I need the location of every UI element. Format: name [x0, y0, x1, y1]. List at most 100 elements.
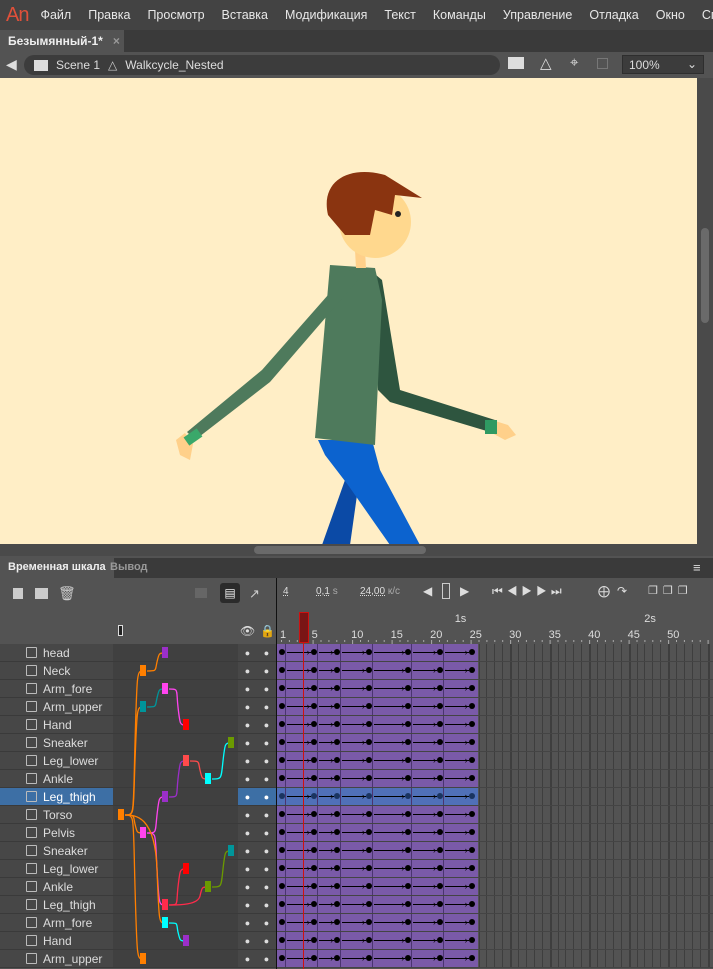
frame-row[interactable]: › › › › › › [277, 734, 713, 752]
bone-node[interactable] [118, 809, 124, 820]
lock-dot-icon[interactable]: ● [264, 756, 269, 766]
visibility-lock-cell[interactable]: ● ● [238, 716, 276, 733]
graph-icon[interactable]: ↗ [249, 586, 260, 602]
layer-name-cell[interactable]: Arm_upper [0, 698, 113, 715]
eye-icon[interactable]: 👁 [240, 624, 255, 638]
visible-dot-icon[interactable]: ● [245, 864, 250, 874]
outline-toggle-icon[interactable] [118, 625, 123, 636]
new-layer-icon[interactable] [13, 588, 23, 599]
bone-node[interactable] [162, 683, 168, 694]
lock-dot-icon[interactable]: ● [264, 882, 269, 892]
lock-dot-icon[interactable]: ● [264, 954, 269, 964]
bone-node[interactable] [162, 917, 168, 928]
keyframe[interactable] [468, 721, 475, 727]
new-folder-icon[interactable] [35, 588, 48, 599]
frame-row[interactable]: › › › › › › [277, 878, 713, 896]
frame-row[interactable]: › › › › › › [277, 824, 713, 842]
visible-dot-icon[interactable]: ● [245, 954, 250, 964]
keyframe[interactable] [468, 901, 475, 907]
keyframe[interactable] [468, 847, 475, 853]
frame-row[interactable]: › › › › › › [277, 662, 713, 680]
layer-name-cell[interactable]: Neck [0, 662, 113, 679]
bone-node[interactable] [183, 719, 189, 730]
menu-item[interactable]: Вставка [222, 8, 268, 22]
menu-item[interactable]: Файл [40, 8, 71, 22]
lock-dot-icon[interactable]: ● [264, 864, 269, 874]
lock-dot-icon[interactable]: ● [264, 720, 269, 730]
bone-node[interactable] [162, 647, 168, 658]
bone-node[interactable] [140, 827, 146, 838]
visibility-lock-cell[interactable]: ● ● [238, 932, 276, 949]
keyframe[interactable] [468, 829, 475, 835]
visibility-lock-cell[interactable]: ● ● [238, 896, 276, 913]
insert-keyframe-icon[interactable] [442, 583, 450, 599]
menu-item[interactable]: Модификация [285, 8, 367, 22]
visibility-lock-cell[interactable]: ● ● [238, 950, 276, 967]
horizontal-scrollbar[interactable] [0, 544, 713, 556]
keyframe[interactable] [468, 685, 475, 691]
bone-node[interactable] [140, 701, 146, 712]
visibility-lock-cell[interactable]: ● ● [238, 752, 276, 769]
visible-dot-icon[interactable]: ● [245, 648, 250, 658]
visible-dot-icon[interactable]: ● [245, 900, 250, 910]
layer-name-cell[interactable]: Sneaker [0, 734, 113, 751]
visible-dot-icon[interactable]: ● [245, 756, 250, 766]
frame-row[interactable]: › › › › › › [277, 950, 713, 968]
visibility-lock-cell[interactable]: ● ● [238, 824, 276, 841]
layer-name-cell[interactable]: Pelvis [0, 824, 113, 841]
keyframe[interactable] [468, 793, 475, 799]
panel-menu-icon[interactable]: ≡ [693, 560, 701, 575]
visible-dot-icon[interactable]: ● [245, 720, 250, 730]
lock-dot-icon[interactable]: ● [264, 648, 269, 658]
visibility-lock-cell[interactable]: ● ● [238, 734, 276, 751]
visibility-lock-cell[interactable]: ● ● [238, 806, 276, 823]
tab-timeline[interactable]: Временная шкала [0, 558, 114, 578]
visible-dot-icon[interactable]: ● [245, 792, 250, 802]
onion-skin-icons[interactable]: ❐❐❐ [648, 584, 693, 597]
center-stage-icon[interactable]: ⌖ [570, 54, 578, 71]
keyframe[interactable] [468, 703, 475, 709]
loop-icon[interactable]: ↷ [617, 584, 627, 598]
bone-node[interactable] [228, 737, 234, 748]
frame-row[interactable]: › › › › › › [277, 842, 713, 860]
lock-dot-icon[interactable]: ● [264, 918, 269, 928]
bone-node[interactable] [183, 755, 189, 766]
frame-ruler[interactable]: 1 5 10 15 20 25 30 35 40 45 501s 2s [277, 610, 713, 644]
bone-node[interactable] [205, 773, 211, 784]
next-keyframe-icon[interactable]: ▶ [460, 584, 469, 598]
visible-dot-icon[interactable]: ● [245, 738, 250, 748]
bone-node[interactable] [183, 935, 189, 946]
layer-name-cell[interactable]: Hand [0, 932, 113, 949]
frame-row[interactable]: › › › › › › [277, 644, 713, 662]
lock-dot-icon[interactable]: ● [264, 846, 269, 856]
frame-grid[interactable]: › › › › › › › › › › › › › › › › › › › › › › › › › › › › › › › › › › › › › › › ›… [277, 644, 713, 969]
layer-name-cell[interactable]: Ankle [0, 878, 113, 895]
lock-dot-icon[interactable]: ● [264, 810, 269, 820]
clip-canvas-icon[interactable] [597, 58, 608, 69]
layer-name-cell[interactable]: Hand [0, 716, 113, 733]
visibility-lock-cell[interactable]: ● ● [238, 842, 276, 859]
document-tab[interactable]: Безымянный-1* × [0, 30, 124, 52]
visible-dot-icon[interactable]: ● [245, 810, 250, 820]
visibility-lock-cell[interactable]: ● ● [238, 914, 276, 931]
visibility-lock-cell[interactable]: ● ● [238, 698, 276, 715]
lock-icon[interactable]: 🔒 [260, 624, 275, 638]
edit-symbol-icon[interactable]: △ [540, 54, 552, 72]
bone-node[interactable] [162, 791, 168, 802]
visible-dot-icon[interactable]: ● [245, 666, 250, 676]
visibility-lock-cell[interactable]: ● ● [238, 860, 276, 877]
keyframe[interactable] [468, 811, 475, 817]
menu-item[interactable]: Управление [503, 8, 573, 22]
close-icon[interactable]: × [113, 34, 120, 48]
keyframe[interactable] [468, 865, 475, 871]
menu-item[interactable]: Просмотр [147, 8, 204, 22]
layer-name-cell[interactable]: Leg_lower [0, 752, 113, 769]
visibility-lock-cell[interactable]: ● ● [238, 770, 276, 787]
zoom-select[interactable]: 100% ⌄ [622, 55, 704, 74]
visible-dot-icon[interactable]: ● [245, 684, 250, 694]
keyframe[interactable] [468, 757, 475, 763]
vertical-scrollbar[interactable] [697, 78, 713, 544]
lock-dot-icon[interactable]: ● [264, 702, 269, 712]
layer-name-cell[interactable]: Arm_fore [0, 680, 113, 697]
bone-node[interactable] [228, 845, 234, 856]
